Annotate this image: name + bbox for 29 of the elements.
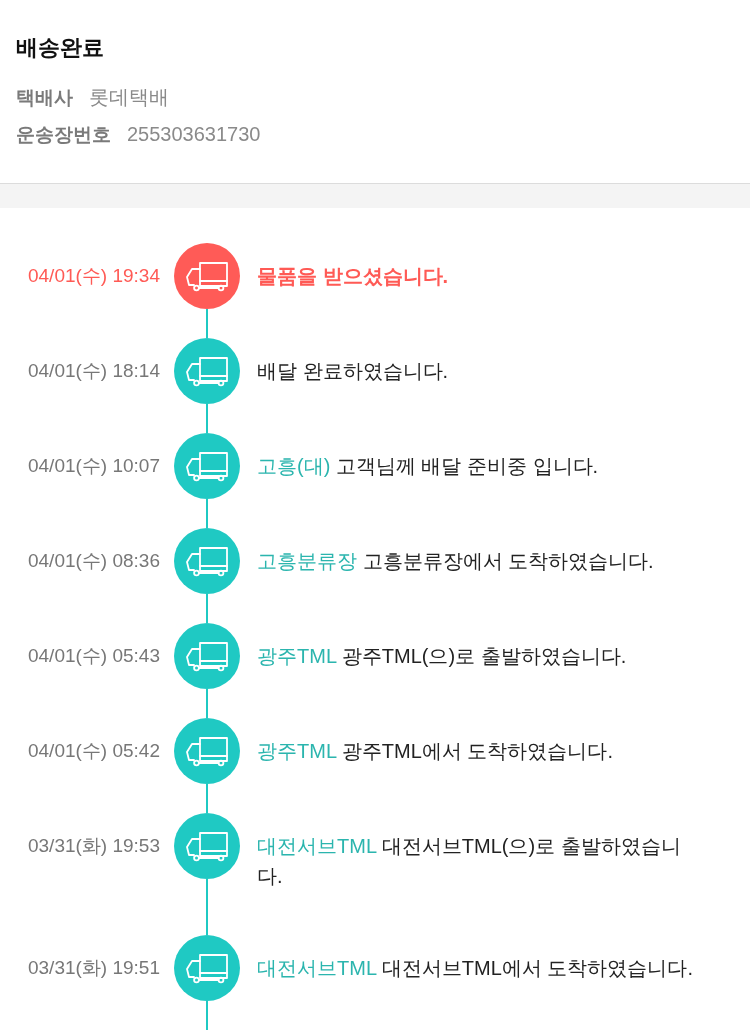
event-time: 03/31(화) 19:51 <box>27 955 160 980</box>
timeline-connector <box>206 499 208 528</box>
timeline-connector <box>206 784 208 813</box>
event-time: 04/01(수) 10:07 <box>27 453 160 478</box>
status-message: 광주TML 광주TML(으)로 출발하였습니다. <box>257 644 628 669</box>
event-time: 04/01(수) 19:34 <box>27 263 160 288</box>
status-message: 고흥(대) 고객님께 배달 준비중 입니다. <box>257 454 600 479</box>
timeline-connector <box>206 689 208 718</box>
timeline-connector <box>206 879 208 935</box>
timeline-connector <box>206 1001 208 1030</box>
status-message: 고흥분류장 고흥분류장에서 도착하였습니다. <box>257 549 655 574</box>
status-message: 배달 완료하였습니다. <box>257 359 450 384</box>
event-time: 03/31(화) 19:53 <box>27 833 160 858</box>
page-title: 배송완료 <box>16 34 104 62</box>
detail-value: 롯데택배 <box>89 85 169 110</box>
status-message: 물품을 받으셨습니다. <box>257 264 450 289</box>
timeline-connector <box>206 594 208 623</box>
detail-label: 택배사 <box>16 86 73 110</box>
timeline-connector <box>206 309 208 338</box>
event-time: 04/01(수) 18:14 <box>27 358 160 383</box>
status-message: 광주TML 광주TML에서 도착하였습니다. <box>257 739 614 764</box>
event-time: 04/01(수) 05:43 <box>27 643 160 668</box>
event-time: 04/01(수) 05:42 <box>27 738 160 763</box>
detail-label: 운송장번호 <box>16 123 111 147</box>
timeline-connector <box>206 404 208 433</box>
status-message: 대전서브TML 대전서브TML에서 도착하였습니다. <box>257 956 694 981</box>
detail-value: 255303631730 <box>127 122 261 147</box>
status-message: 대전서브TML 대전서브TML(으)로 출발하였습니다. <box>257 834 682 889</box>
event-time: 04/01(수) 08:36 <box>27 548 160 573</box>
